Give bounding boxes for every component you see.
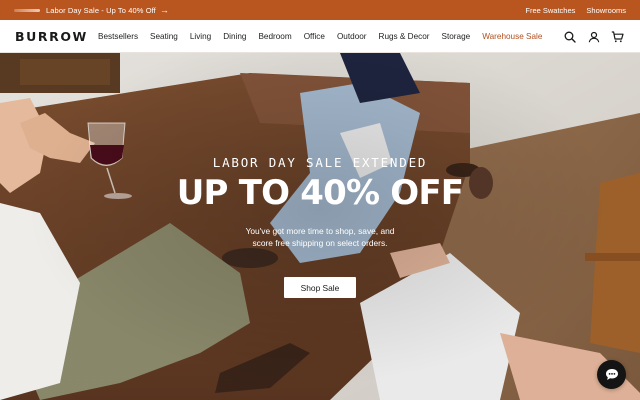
account-icon[interactable] (587, 30, 600, 43)
announcement-bar: Labor Day Sale - Up To 40% Off → Free Sw… (0, 0, 640, 20)
chat-button[interactable] (597, 360, 626, 389)
arrow-right-icon: → (159, 4, 169, 15)
nav-item-rugs-decor[interactable]: Rugs & Decor (373, 32, 436, 41)
nav-item-storage[interactable]: Storage (436, 32, 477, 41)
nav-item-bestsellers[interactable]: Bestsellers (98, 32, 144, 41)
hero-subtitle: You've got more time to shop, save, and … (0, 225, 640, 249)
nav-item-outdoor[interactable]: Outdoor (331, 32, 373, 41)
nav-item-dining[interactable]: Dining (217, 32, 252, 41)
free-swatches-link[interactable]: Free Swatches (525, 6, 575, 15)
promo-utility-links: Free Swatches Showrooms (525, 0, 626, 20)
nav-item-warehouse-sale[interactable]: Warehouse Sale (476, 32, 548, 41)
promo-decoration-icon (14, 8, 40, 12)
promo-link[interactable]: Labor Day Sale - Up To 40% Off → (14, 0, 169, 20)
showrooms-link[interactable]: Showrooms (586, 6, 626, 15)
promo-text: Labor Day Sale - Up To 40% Off (46, 5, 156, 15)
nav-item-seating[interactable]: Seating (144, 32, 184, 41)
hero-banner: LABOR DAY SALE EXTENDED UP TO 40% OFF Yo… (0, 53, 640, 400)
nav-item-office[interactable]: Office (298, 32, 331, 41)
hero-subtitle-line: score free shipping on select orders. (252, 238, 388, 248)
nav-item-bedroom[interactable]: Bedroom (252, 32, 297, 41)
chat-icon (605, 369, 618, 380)
search-icon[interactable] (563, 30, 576, 43)
cart-icon[interactable] (611, 30, 624, 43)
category-menu: Bestsellers Seating Living Dining Bedroo… (98, 20, 548, 53)
main-navigation: BURROW Bestsellers Seating Living Dining… (0, 20, 640, 53)
burrow-logo[interactable]: BURROW (15, 29, 88, 44)
nav-utility-icons (563, 20, 624, 53)
shop-sale-button[interactable]: Shop Sale (284, 277, 356, 298)
hero-subtitle-line: You've got more time to shop, save, and (245, 226, 395, 236)
nav-item-living[interactable]: Living (184, 32, 217, 41)
hero-title: UP TO 40% OFF (176, 173, 464, 213)
hero-eyebrow: LABOR DAY SALE EXTENDED (212, 155, 428, 170)
